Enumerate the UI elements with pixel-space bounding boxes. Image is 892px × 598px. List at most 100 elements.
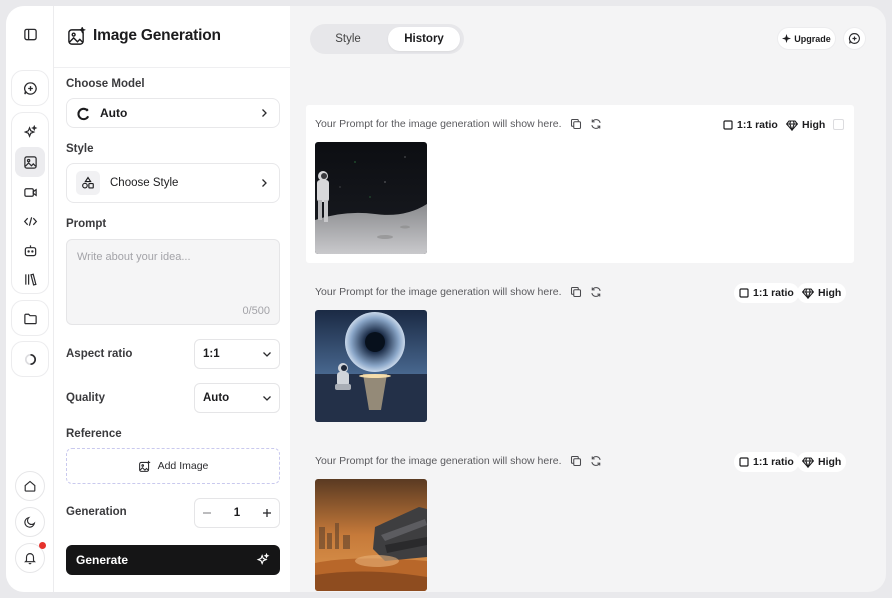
generated-image[interactable] [315,310,427,422]
card-prompt-text: Your Prompt for the image generation wil… [315,286,562,298]
sparkles-icon[interactable] [15,117,45,147]
loader-icon[interactable] [15,344,45,374]
card-prompt-row: Your Prompt for the image generation wil… [315,118,602,130]
library-icon[interactable] [15,264,45,294]
tab-style[interactable]: Style [314,27,382,51]
prompt-placeholder: Write about your idea... [77,251,191,263]
chevron-down-icon [262,393,272,403]
prompt-label: Prompt [66,218,107,230]
sidebar-toggle-icon[interactable] [15,19,45,49]
shapes-icon [76,171,100,195]
square-icon [739,288,749,298]
square-icon [723,120,733,130]
folder-group [11,300,49,336]
bell-icon[interactable] [15,542,46,573]
style-select[interactable]: Choose Style [66,163,280,203]
reference-label: Reference [66,428,122,440]
style-label: Style [66,143,94,155]
choose-model-label: Choose Model [66,78,145,90]
ratio-text: 1:1 ratio [737,119,778,131]
quality-text: High [802,119,826,131]
quality-select[interactable]: Auto [194,383,280,413]
quality-value: Auto [203,392,230,404]
video-icon[interactable] [15,177,45,207]
history-main: Style History Upgrade Your Prompt for th… [290,6,886,592]
chevron-right-icon [259,108,269,118]
diamond-icon [802,287,814,299]
app-window: Image Generation Choose Model Auto Style… [6,6,886,592]
model-select[interactable]: Auto [66,98,280,128]
card-prompt-text: Your Prompt for the image generation wil… [315,118,562,130]
add-image-icon [138,460,151,473]
folder-icon[interactable] [15,303,45,333]
aspect-ratio-value: 1:1 [203,348,220,360]
generate-button[interactable]: Generate [66,545,280,575]
home-icon[interactable] [15,471,45,501]
diamond-icon [802,456,814,468]
add-image-button[interactable]: Add Image [66,448,280,484]
card-prompt-text: Your Prompt for the image generation wil… [315,455,562,467]
regenerate-icon[interactable] [590,118,602,130]
prompt-textarea[interactable]: Write about your idea... 0/500 [66,239,280,325]
sparkles-icon [256,553,270,567]
notification-dot [39,542,46,549]
card-prompt-row: Your Prompt for the image generation wil… [315,455,602,467]
plus-icon[interactable] [262,508,272,518]
moon-icon[interactable] [15,507,45,537]
upgrade-label: Upgrade [794,33,831,44]
new-chat-icon[interactable] [843,27,866,50]
regenerate-icon[interactable] [590,286,602,298]
chevron-down-icon [262,349,272,359]
quality-chip: High [781,115,831,135]
diamond-icon [786,119,798,131]
generation-label: Generation [66,506,127,518]
copy-icon[interactable] [570,455,582,467]
ratio-text: 1:1 ratio [753,456,794,468]
style-value: Choose Style [110,177,179,189]
chevron-right-icon [259,178,269,188]
quality-chip: High [797,452,847,472]
aspect-ratio-label: Aspect ratio [66,348,133,360]
generation-stepper: 1 [194,498,280,528]
tab-history[interactable]: History [388,27,460,51]
loader-group [11,341,49,377]
new-chat-group [11,70,49,106]
quality-text: High [818,456,842,468]
tools-group [11,112,49,294]
history-card[interactable]: Your Prompt for the image generation wil… [306,105,854,263]
panel-header: Image Generation [54,6,290,68]
image-generation-icon [67,27,86,46]
code-icon[interactable] [15,206,45,236]
copy-icon[interactable] [570,118,582,130]
image-icon[interactable] [15,147,45,177]
settings-panel: Image Generation Choose Model Auto Style… [54,6,290,592]
quality-text: High [818,287,842,299]
ratio-chip: 1:1 ratio [734,452,799,472]
generated-image[interactable] [315,142,427,254]
ratio-text: 1:1 ratio [753,287,794,299]
regenerate-icon[interactable] [590,455,602,467]
ratio-chip: 1:1 ratio [734,283,799,303]
quality-chip: High [797,283,847,303]
generation-count: 1 [233,507,241,519]
view-tabs: Style History [310,24,464,54]
model-value: Auto [100,106,128,120]
prompt-counter: 0/500 [242,305,270,317]
sparkle-icon [782,34,792,43]
new-chat-icon[interactable] [15,73,45,103]
square-icon [739,457,749,467]
ratio-chip: 1:1 ratio [718,115,783,135]
history-card[interactable]: Your Prompt for the image generation wil… [306,442,854,592]
aspect-ratio-select[interactable]: 1:1 [194,339,280,369]
bot-icon[interactable] [15,235,45,265]
auto-model-icon [76,106,91,121]
select-checkbox[interactable] [833,119,844,130]
generated-image[interactable] [315,479,427,591]
add-image-label: Add Image [157,460,209,472]
generate-label: Generate [76,553,129,567]
copy-icon[interactable] [570,286,582,298]
minus-icon[interactable] [202,508,212,518]
upgrade-button[interactable]: Upgrade [777,27,836,50]
page-title: Image Generation [93,27,221,44]
history-card[interactable]: Your Prompt for the image generation wil… [306,273,854,431]
